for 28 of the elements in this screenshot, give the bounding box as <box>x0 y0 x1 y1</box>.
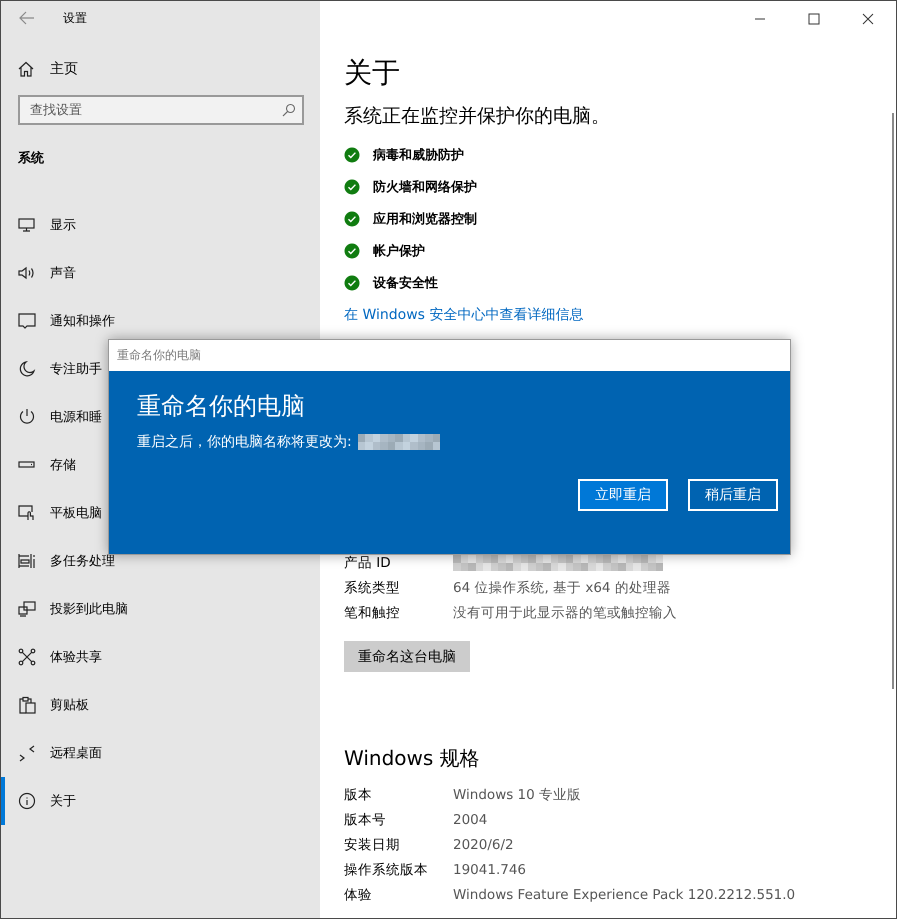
protection-label: 帐户保护 <box>373 242 425 260</box>
spec-label: 操作系统版本 <box>344 860 429 878</box>
dialog-heading: 重命名你的电脑 <box>137 391 306 421</box>
protection-label: 病毒和威胁防护 <box>373 146 464 164</box>
spec-label: 版本 <box>344 786 373 804</box>
status-heading: 系统正在监控并保护你的电脑。 <box>344 104 611 129</box>
protection-label: 设备安全性 <box>373 274 438 292</box>
spec-label: 体验 <box>344 886 373 904</box>
page-title: 关于 <box>344 55 401 91</box>
spec-label: 笔和触控 <box>344 604 401 622</box>
spec-value: 19041.746 <box>453 862 526 878</box>
section-heading: 系统 <box>18 150 45 167</box>
spec-value: 2020/6/2 <box>453 836 514 852</box>
protection-label: 防火墙和网络保护 <box>373 178 477 196</box>
spec-label: 产品 ID <box>344 554 392 572</box>
window-title: 设置 <box>63 10 87 26</box>
spec-label: 系统类型 <box>344 578 401 596</box>
spec-value: 64 位操作系统, 基于 x64 的处理器 <box>453 578 671 596</box>
dialog-message: 重启之后，你的电脑名称将更改为: <box>137 433 352 451</box>
protection-label: 应用和浏览器控制 <box>373 210 477 228</box>
spec-value: 2004 <box>453 812 488 828</box>
spec-value: Windows Feature Experience Pack 120.2212.551.0 <box>453 886 796 902</box>
spec-value: Windows 10 专业版 <box>453 786 582 804</box>
spec-label: 版本号 <box>344 810 387 828</box>
spec-label: 安装日期 <box>344 836 401 854</box>
spec-value: 没有可用于此显示器的笔或触控输入 <box>453 604 677 622</box>
section-heading: Windows 规格 <box>344 745 481 772</box>
dialog-title: 重命名你的电脑 <box>116 347 202 364</box>
